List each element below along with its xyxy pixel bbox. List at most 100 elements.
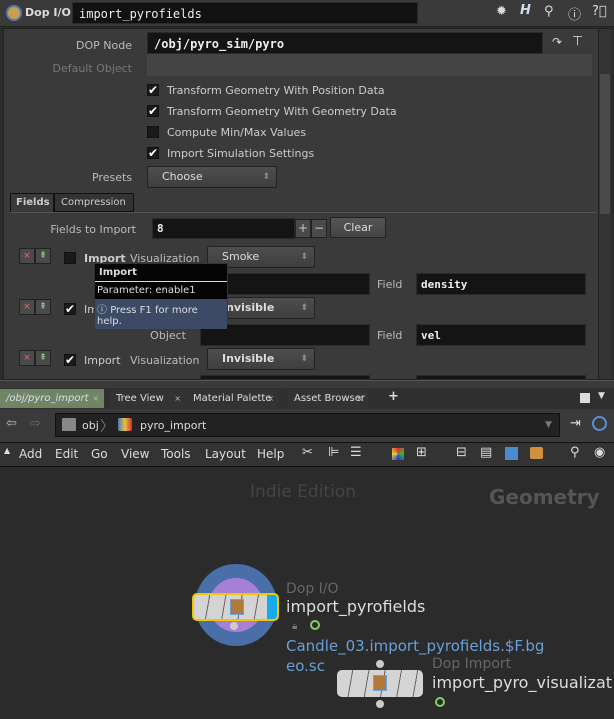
- updown-arrow-icon: ⬍: [262, 172, 270, 182]
- visualization-menu[interactable]: Invisible ⬍: [207, 348, 315, 370]
- pane-tab-tree-view[interactable]: Tree View ×: [110, 389, 186, 408]
- parameter-header: Dop I/O import_pyrofields ✹ H ⚲ ⓘ ?⃝: [0, 0, 614, 27]
- checkbox-geometry-data[interactable]: ✔: [147, 105, 159, 117]
- path-root[interactable]: obj: [82, 419, 99, 432]
- menu-add[interactable]: Add: [19, 447, 42, 461]
- geometry-node-icon: [118, 418, 132, 431]
- fields-to-import-input[interactable]: 8: [152, 218, 295, 239]
- sticky-note-icon[interactable]: ▤: [480, 445, 492, 460]
- node-chooser-icon[interactable]: ⊤: [572, 34, 583, 49]
- menu-edit[interactable]: Edit: [55, 447, 78, 461]
- scrollbar[interactable]: [598, 29, 611, 379]
- maximize-pane-icon[interactable]: [580, 393, 590, 403]
- obj-context-icon: [62, 418, 76, 431]
- tooltip-help: ⓘ Press F1 for more help.: [95, 299, 227, 329]
- presets-menu[interactable]: Choose ⬍: [147, 166, 277, 188]
- clear-button[interactable]: Clear: [330, 217, 386, 238]
- insert-row-icon[interactable]: ⇞: [35, 248, 51, 264]
- checkbox-label: Import Simulation Settings: [167, 147, 315, 160]
- search-icon[interactable]: ⚲: [570, 445, 580, 460]
- pin-icon[interactable]: ⇥: [570, 416, 581, 431]
- network-box-icon[interactable]: ⊟: [456, 445, 467, 460]
- field-label: Field: [377, 329, 403, 342]
- node-type-label: Dop I/O: [25, 6, 71, 19]
- grid-icon[interactable]: ⊞: [416, 445, 427, 460]
- tooltip-title: Import: [95, 264, 227, 282]
- import-checkbox[interactable]: ✔: [64, 354, 76, 366]
- scrollbar-thumb[interactable]: [600, 74, 610, 214]
- jump-icon[interactable]: ↷: [552, 35, 562, 49]
- path-current[interactable]: pyro_import: [140, 419, 206, 432]
- node-comment-wrap: eo.sc: [286, 657, 325, 675]
- display-flag[interactable]: [267, 595, 277, 619]
- tab-label: /obj/pyro_import: [6, 393, 89, 404]
- background-image-icon[interactable]: [505, 447, 518, 460]
- node-name-input[interactable]: import_pyrofields: [72, 2, 418, 24]
- checkbox-label: Transform Geometry With Position Data: [167, 84, 385, 97]
- link-icon[interactable]: [592, 416, 607, 431]
- path-dropdown-icon[interactable]: ▼: [545, 420, 552, 430]
- pane-tab-asset-browser[interactable]: Asset Browser ×: [288, 389, 368, 408]
- visualization-label: Visualization: [130, 354, 200, 367]
- list-icon[interactable]: ☰: [350, 445, 362, 460]
- visualization-value: Invisible: [222, 301, 275, 314]
- tab-fields[interactable]: Fields: [10, 193, 54, 212]
- default-object-label: Default Object: [52, 62, 132, 75]
- remove-row-icon[interactable]: ×: [19, 248, 35, 264]
- menu-view[interactable]: View: [121, 447, 149, 461]
- help-icon[interactable]: ?⃝: [592, 4, 607, 19]
- menu-help[interactable]: Help: [257, 447, 284, 461]
- menu-layout[interactable]: Layout: [205, 447, 246, 461]
- close-tab-icon[interactable]: ×: [356, 389, 363, 408]
- menu-go[interactable]: Go: [91, 447, 108, 461]
- field-input[interactable]: vel: [416, 324, 586, 346]
- dop-node-glyph-icon: [373, 675, 387, 691]
- houdini-h-icon[interactable]: H: [520, 3, 531, 18]
- info-icon[interactable]: ⓘ: [568, 4, 581, 23]
- path-separator-icon: 〉: [100, 419, 114, 435]
- close-tab-icon[interactable]: ×: [92, 389, 99, 408]
- node-output-dot[interactable]: [376, 700, 384, 708]
- node-input-dot[interactable]: [230, 622, 238, 630]
- pane-tab-network[interactable]: /obj/pyro_import ×: [0, 389, 104, 408]
- close-tab-icon[interactable]: ×: [174, 389, 181, 408]
- tab-compression[interactable]: Compression: [54, 193, 134, 212]
- remove-field-button[interactable]: −: [311, 219, 327, 238]
- collapse-toolbar-icon[interactable]: ▲: [4, 446, 10, 455]
- pane-tab-material-palette[interactable]: Material Palette ×: [187, 389, 279, 408]
- tooltip-help-text: Press F1 for more help.: [97, 305, 198, 327]
- checkbox-position-data[interactable]: ✔: [147, 84, 159, 96]
- node-import-pyro-visualization[interactable]: [337, 670, 423, 697]
- add-field-button[interactable]: +: [295, 219, 311, 238]
- remove-row-icon[interactable]: ×: [19, 299, 35, 315]
- tools-icon[interactable]: ✂: [302, 445, 313, 460]
- import-checkbox[interactable]: ✔: [64, 303, 76, 315]
- insert-row-icon[interactable]: ⇞: [35, 350, 51, 366]
- field-input[interactable]: density: [416, 273, 586, 295]
- checkbox-label: Transform Geometry With Geometry Data: [167, 105, 397, 118]
- tab-label: Material Palette: [193, 393, 272, 404]
- color-palette-icon[interactable]: [392, 448, 404, 460]
- tree-icon[interactable]: ⊫: [328, 445, 339, 460]
- eye-icon[interactable]: ◉: [594, 445, 605, 460]
- add-tab-icon[interactable]: +: [388, 389, 399, 404]
- insert-row-icon[interactable]: ⇞: [35, 299, 51, 315]
- remove-row-icon[interactable]: ×: [19, 350, 35, 366]
- checkbox-min-max[interactable]: [147, 126, 159, 138]
- lock-icon: 🔒︎: [292, 621, 298, 632]
- gear-icon[interactable]: ✹: [496, 4, 507, 19]
- node-input-dot[interactable]: [376, 660, 384, 668]
- forward-arrow-icon[interactable]: ⇨: [30, 416, 41, 431]
- node-import-pyrofields[interactable]: [192, 593, 279, 621]
- search-icon[interactable]: ⚲: [544, 4, 554, 19]
- package-icon[interactable]: [530, 447, 543, 459]
- menu-tools[interactable]: Tools: [161, 447, 191, 461]
- close-tab-icon[interactable]: ×: [267, 389, 274, 408]
- pane-menu-icon[interactable]: ▼: [598, 391, 605, 401]
- back-arrow-icon[interactable]: ⇦: [6, 416, 17, 431]
- default-object-input: [147, 54, 592, 76]
- pane-divider[interactable]: [0, 380, 614, 388]
- import-checkbox[interactable]: [64, 252, 76, 264]
- dop-node-input[interactable]: /obj/pyro_sim/pyro: [147, 32, 543, 54]
- checkbox-sim-settings[interactable]: ✔: [147, 147, 159, 159]
